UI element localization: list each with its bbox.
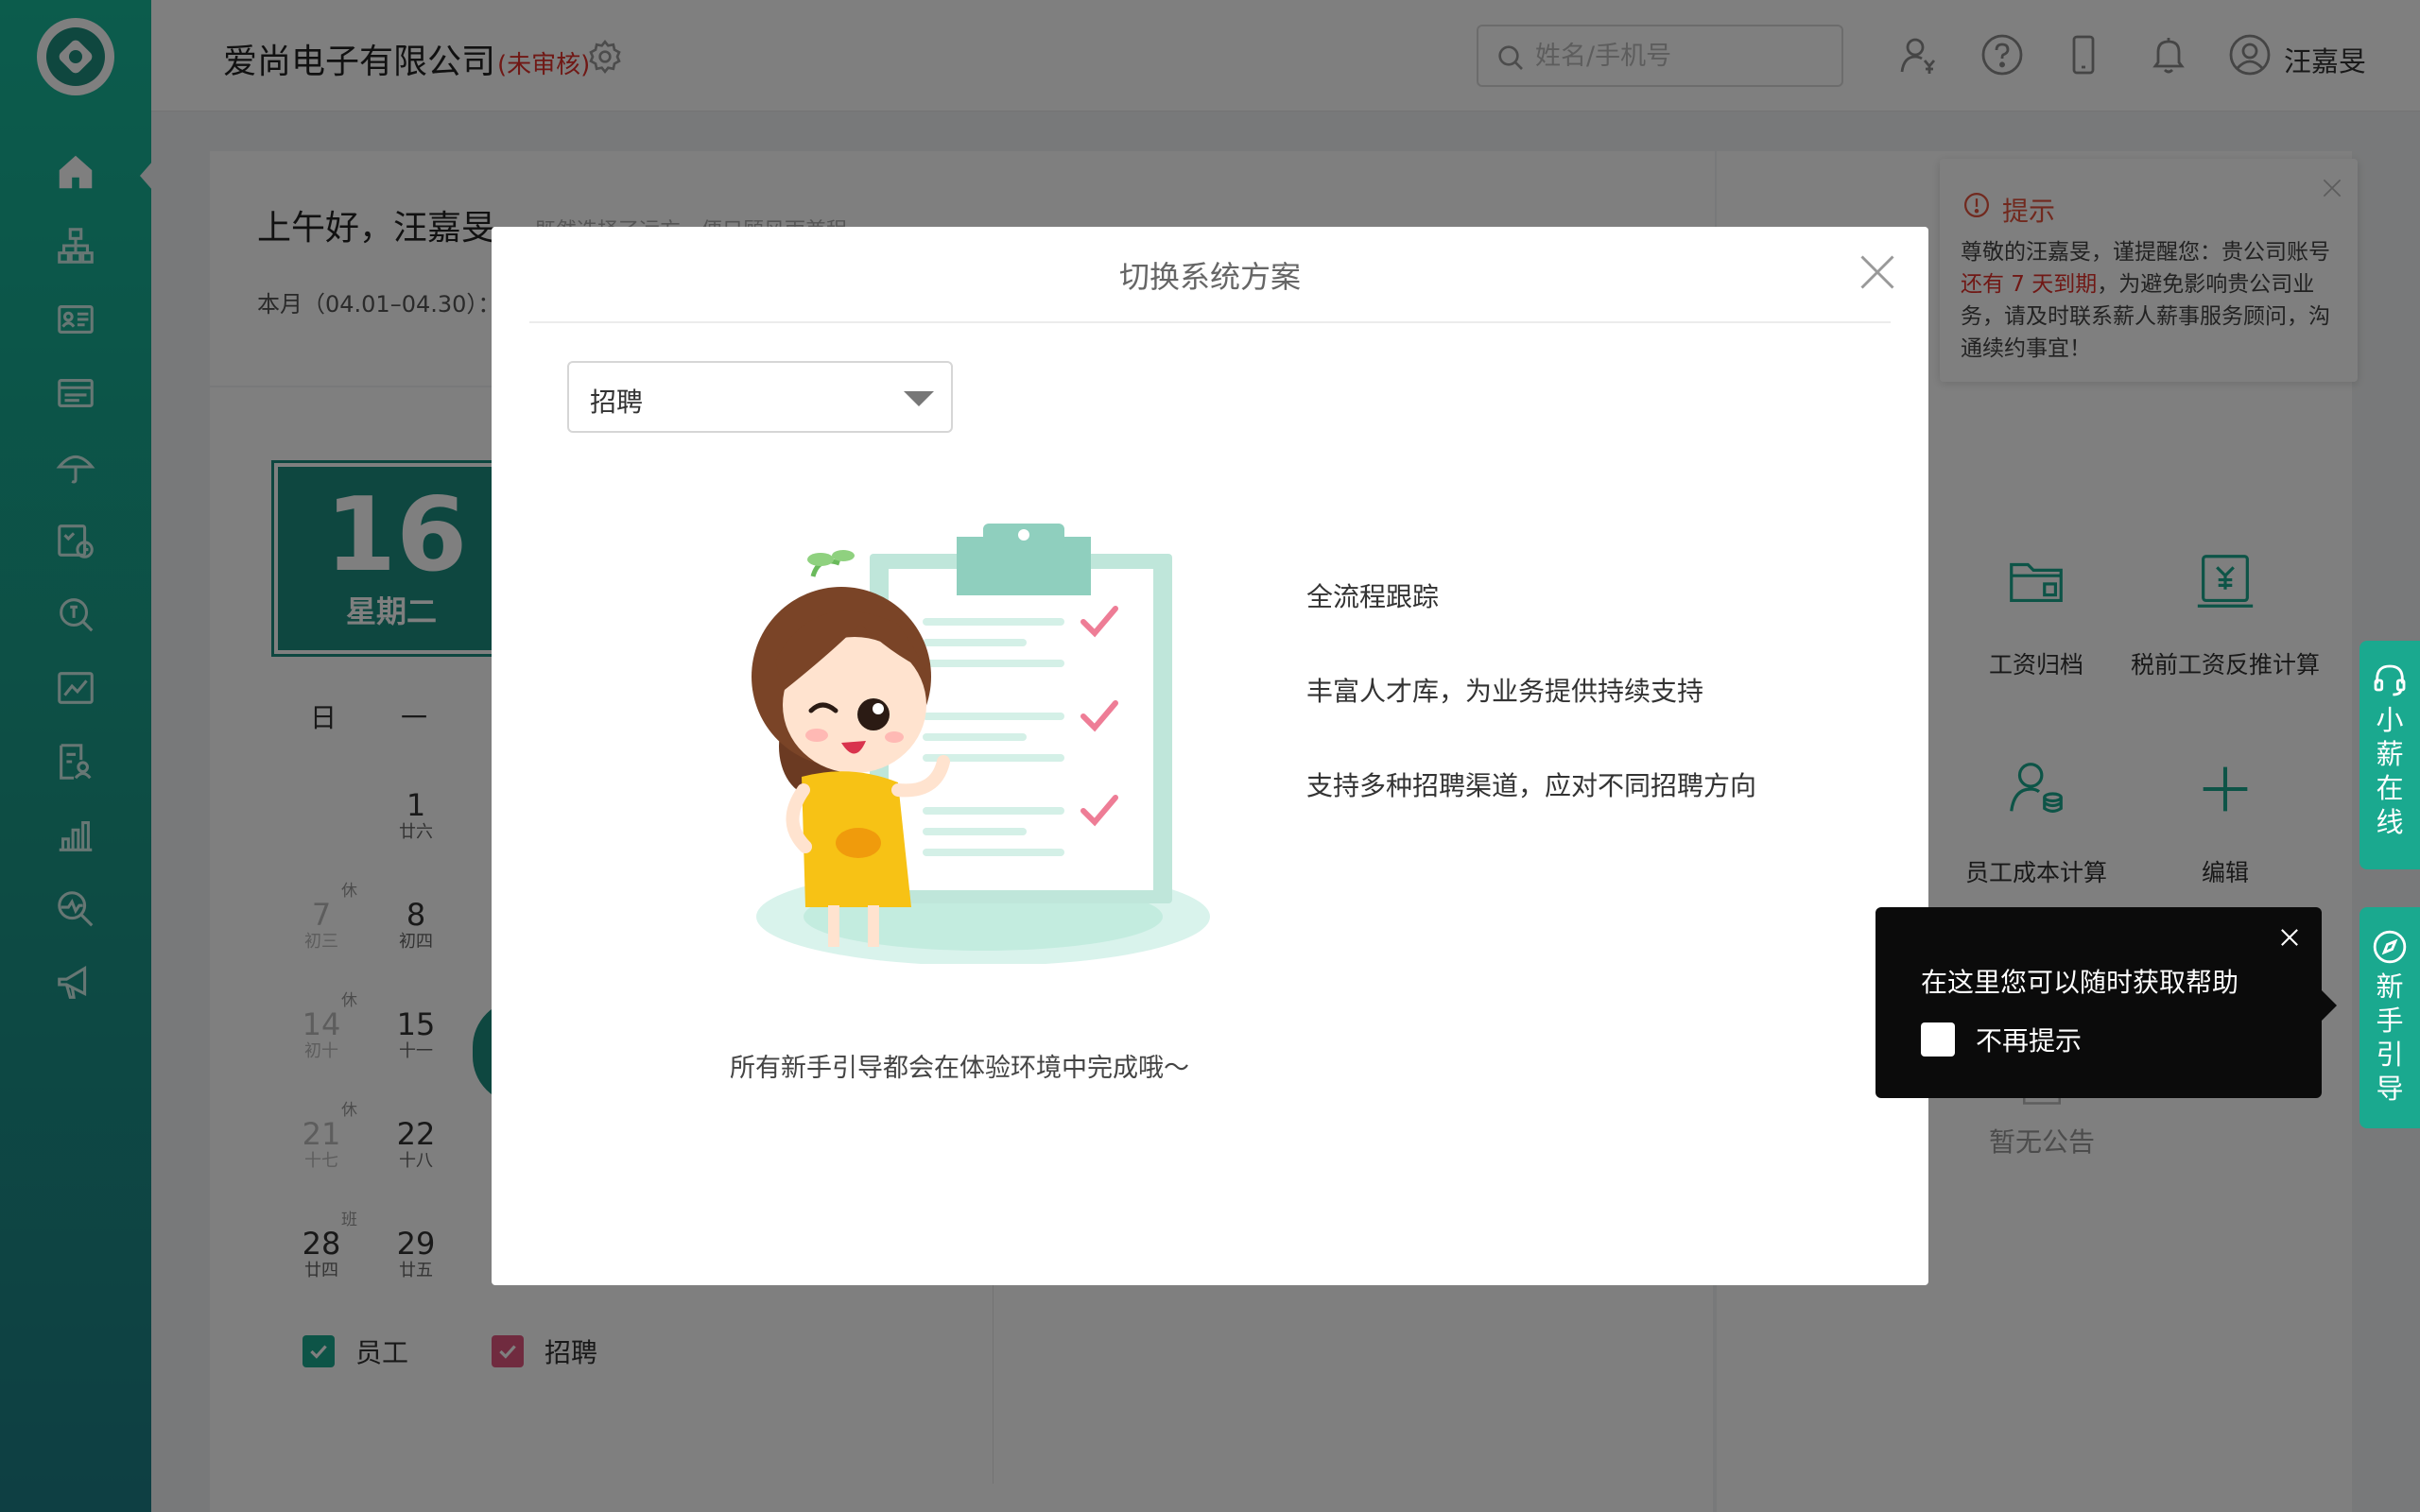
plan-select[interactable]: 招聘	[567, 361, 953, 433]
feature-item: 丰富人才库，为业务提供持续支持	[1306, 676, 1704, 707]
close-icon[interactable]	[1857, 251, 1898, 293]
compass-icon	[2373, 930, 2407, 964]
side-tab-label: 新手引导	[2376, 971, 2404, 1105]
dont-show-again-checkbox[interactable]	[1921, 1022, 1955, 1057]
feature-item: 全流程跟踪	[1306, 581, 1440, 612]
dont-show-again[interactable]: 不再提示	[1921, 1021, 2082, 1058]
close-icon[interactable]	[2276, 924, 2303, 951]
illustration-caption: 所有新手引导都会在体验环境中完成哦～	[730, 1054, 1189, 1083]
modal-divider	[529, 321, 1891, 323]
feature-item: 支持多种招聘渠道，应对不同招聘方向	[1306, 770, 1757, 801]
side-tab-label: 小薪在线	[2376, 704, 2404, 838]
modal-title: 切换系统方案	[1118, 259, 1301, 295]
online-support-tab[interactable]: 小薪在线	[2360, 641, 2420, 869]
checkbox-label: 不再提示	[1976, 1025, 2083, 1057]
headset-icon	[2374, 664, 2406, 696]
switch-plan-modal: 切换系统方案 招聘 所有新手引导都会在体验环境中完成哦～ 全流程跟踪 丰富人才库…	[492, 227, 1928, 1285]
help-tooltip: 在这里您可以随时获取帮助 不再提示	[1876, 907, 2337, 1098]
tooltip-text: 在这里您可以随时获取帮助	[1921, 967, 2239, 998]
recruit-girl-illustration	[752, 524, 1210, 964]
chevron-down-icon	[904, 391, 934, 406]
beginner-guide-tab[interactable]: 新手引导	[2360, 907, 2420, 1128]
plan-select-value: 招聘	[590, 387, 644, 418]
